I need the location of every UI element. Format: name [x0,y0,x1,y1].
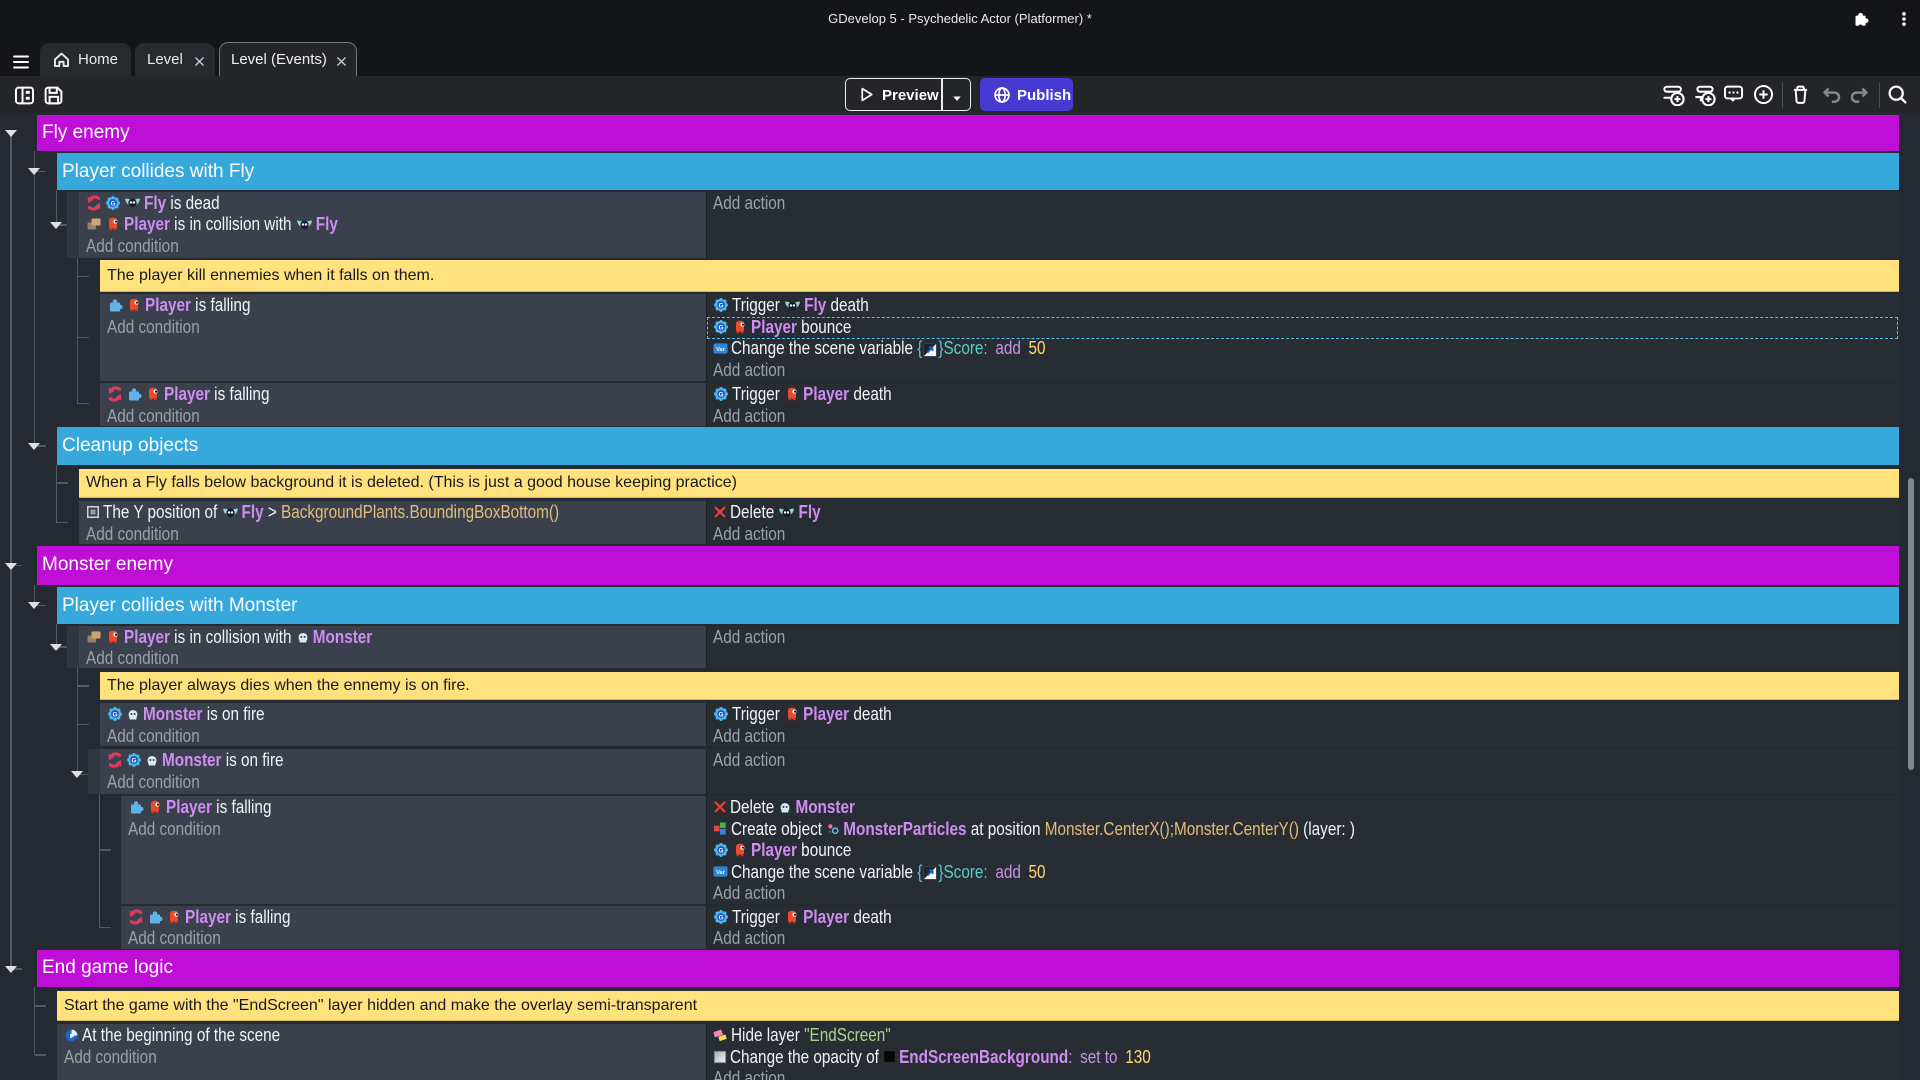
svg-text:G: G [112,712,117,719]
svg-text:Var: Var [716,347,726,353]
svg-text:G: G [718,392,723,399]
svg-text:G: G [718,848,723,855]
svg-text:G: G [110,200,115,207]
svg-text:G: G [718,914,723,921]
svg-text:Var: Var [716,870,726,876]
svg-text:G: G [718,712,723,719]
svg-text:G: G [718,303,723,310]
svg-text:G: G [131,758,136,765]
